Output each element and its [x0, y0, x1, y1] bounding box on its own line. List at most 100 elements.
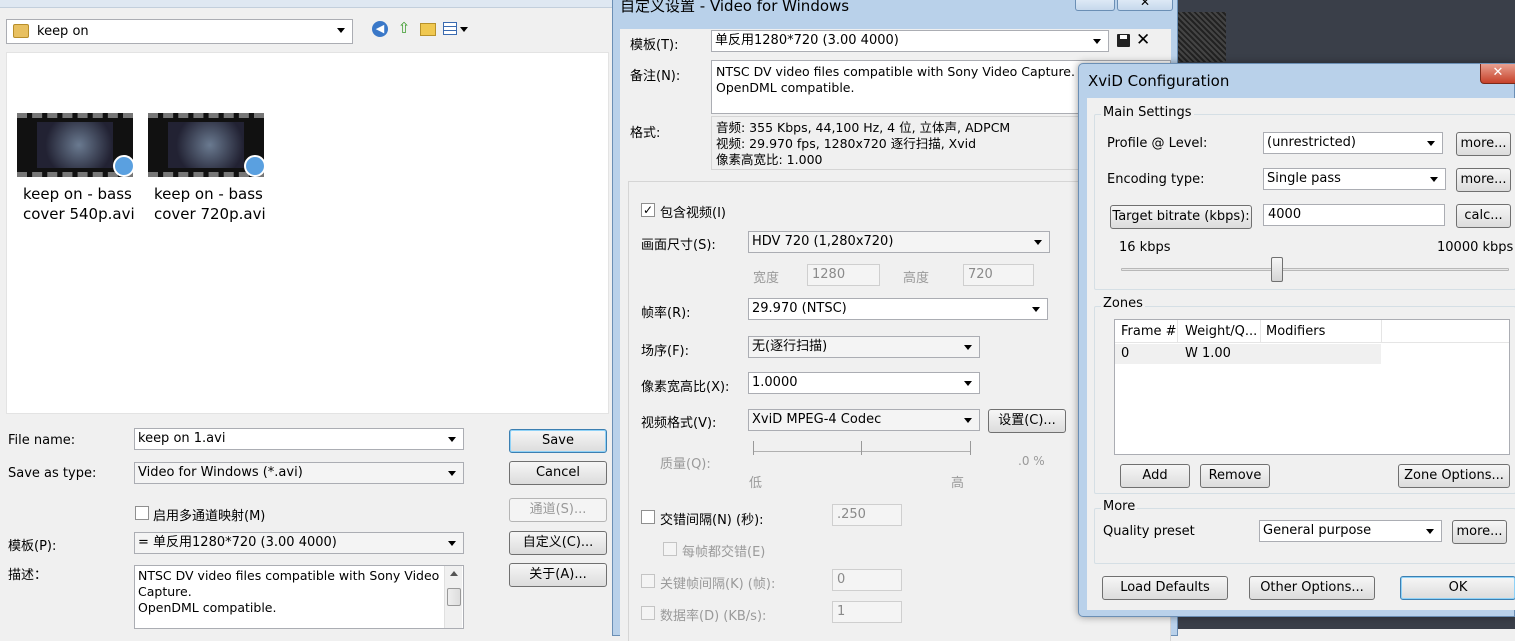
- load-defaults-button[interactable]: Load Defaults: [1102, 576, 1228, 600]
- quality-value: .0 %: [1018, 454, 1045, 468]
- interleave-input[interactable]: .250: [832, 504, 902, 526]
- file-name-label: File name:: [8, 433, 76, 448]
- encoding-type-label: Encoding type:: [1107, 172, 1205, 187]
- location-dropdown[interactable]: keep on: [6, 19, 353, 44]
- cancel-button[interactable]: Cancel: [509, 461, 607, 485]
- data-rate-checkbox[interactable]: [641, 606, 655, 620]
- table-row[interactable]: 0 W 1.00: [1115, 344, 1381, 364]
- customize-button[interactable]: 自定义(C)...: [509, 531, 607, 555]
- include-video-checkbox[interactable]: ✓: [641, 203, 655, 217]
- encoding-more-button[interactable]: more...: [1456, 168, 1511, 192]
- template-label: 模板(T):: [630, 38, 679, 53]
- bitrate-slider[interactable]: [1121, 256, 1509, 284]
- background-thumbnail: [1178, 12, 1226, 62]
- multichannel-checkbox[interactable]: [135, 506, 149, 520]
- file-item[interactable]: keep on - bass cover 540p.avi: [15, 113, 137, 225]
- scroll-up-icon[interactable]: [450, 571, 458, 576]
- field-order-label: 场序(F):: [641, 344, 690, 359]
- description-label: 描述：: [8, 568, 48, 583]
- file-save-dialog: keep on ◀ ⇧ keep on - bass cover 540p.av…: [0, 0, 612, 629]
- quality-preset-label: Quality preset: [1103, 524, 1195, 539]
- video-format-dropdown[interactable]: XviD MPEG-4 Codec: [748, 409, 980, 431]
- file-list[interactable]: keep on - bass cover 540p.avi keep on - …: [6, 52, 609, 414]
- save-button[interactable]: Save: [509, 429, 607, 453]
- close-button[interactable]: ✕: [1117, 0, 1173, 11]
- encoding-type-dropdown[interactable]: Single pass: [1263, 168, 1446, 190]
- notes-label: 备注(N):: [630, 69, 681, 84]
- zone-options-button[interactable]: Zone Options...: [1398, 464, 1510, 488]
- up-folder-icon[interactable]: ⇧: [396, 20, 412, 37]
- column-header[interactable]: Weight/Q...: [1185, 324, 1261, 339]
- close-button[interactable]: ✕: [1480, 64, 1515, 84]
- interleave-every-frame-checkbox[interactable]: [663, 542, 677, 556]
- save-as-type-label: Save as type:: [8, 466, 97, 481]
- xvid-body: Main Settings Profile @ Level: (unrestri…: [1087, 98, 1515, 610]
- view-menu-chevron-down-icon[interactable]: [460, 27, 468, 32]
- quality-slider[interactable]: [753, 441, 971, 463]
- template-dropdown[interactable]: = 单反用1280*720 (3.00 4000): [134, 532, 464, 554]
- column-header[interactable]: Frame #: [1121, 324, 1181, 339]
- frame-size-dropdown[interactable]: HDV 720 (1,280x720): [748, 231, 1050, 253]
- interleave-label: 交错间隔(N) (秒):: [660, 513, 764, 528]
- close-icon: ✕: [1139, 0, 1151, 9]
- interleave-checkbox[interactable]: [641, 510, 655, 524]
- frame-size-label: 画面尺寸(S):: [641, 238, 716, 253]
- video-format-label: 视频格式(V):: [641, 416, 717, 431]
- zones-table[interactable]: Frame # Weight/Q... Modifiers 0 W 1.00: [1114, 319, 1510, 455]
- window-title: 自定义设置 - Video for Windows: [620, 0, 850, 15]
- pixel-aspect-dropdown[interactable]: 1.0000: [748, 372, 980, 394]
- file-name-line2: cover 540p.avi: [23, 205, 135, 223]
- dialog-top-edge: [0, 0, 612, 8]
- delete-template-icon[interactable]: ✕: [1136, 29, 1150, 51]
- codec-setup-button[interactable]: 设置(C)...: [988, 409, 1066, 433]
- profile-label: Profile @ Level:: [1107, 136, 1208, 151]
- add-zone-button[interactable]: Add: [1120, 464, 1190, 488]
- file-name-line1: keep on - bass: [154, 185, 263, 203]
- frame-rate-dropdown[interactable]: 29.970 (NTSC): [748, 298, 1048, 320]
- media-overlay-icon: [244, 155, 266, 177]
- keyframe-input[interactable]: 0: [832, 569, 902, 591]
- field-order-dropdown[interactable]: 无(逐行扫描): [748, 336, 980, 358]
- calc-button[interactable]: calc...: [1456, 204, 1511, 228]
- data-rate-input[interactable]: 1: [832, 601, 902, 623]
- file-name-input[interactable]: keep on 1.avi: [134, 428, 464, 450]
- bitrate-slider-thumb[interactable]: [1271, 257, 1283, 282]
- channels-button[interactable]: 通道(S)...: [509, 498, 607, 522]
- about-button[interactable]: 关于(A)...: [509, 563, 607, 587]
- include-video-label: 包含视频(I): [660, 206, 726, 221]
- target-bitrate-input[interactable]: 4000: [1263, 204, 1445, 226]
- save-template-icon[interactable]: [1117, 34, 1130, 47]
- keyframe-label: 关键帧间隔(K) (帧):: [660, 577, 776, 592]
- target-bitrate-button[interactable]: Target bitrate (kbps):: [1110, 205, 1252, 229]
- height-input[interactable]: 720: [963, 264, 1034, 286]
- template-dropdown[interactable]: 单反用1280*720 (3.00 4000): [711, 30, 1109, 52]
- keyframe-checkbox[interactable]: [641, 574, 655, 588]
- remove-zone-button[interactable]: Remove: [1200, 464, 1270, 488]
- profile-more-button[interactable]: more...: [1456, 132, 1511, 156]
- back-icon[interactable]: ◀: [372, 21, 388, 37]
- description-scrollbar[interactable]: [444, 566, 462, 628]
- ok-button[interactable]: OK: [1400, 576, 1515, 600]
- bitrate-slider-track: [1121, 268, 1509, 271]
- close-icon: ✕: [1492, 65, 1504, 80]
- bitrate-min-label: 16 kbps: [1119, 240, 1171, 255]
- file-name-line1: keep on - bass: [23, 185, 132, 203]
- file-item[interactable]: keep on - bass cover 720p.avi: [146, 113, 268, 225]
- description-textbox[interactable]: NTSC DV video files compatible with Sony…: [134, 565, 464, 629]
- quality-low-label: 低: [749, 476, 763, 491]
- view-menu-icon[interactable]: [443, 22, 457, 35]
- zone-weight-cell: W 1.00: [1185, 346, 1231, 361]
- minimize-button[interactable]: [1075, 0, 1115, 11]
- width-input[interactable]: 1280: [807, 264, 880, 286]
- column-header[interactable]: Modifiers: [1266, 324, 1325, 339]
- save-as-type-dropdown[interactable]: Video for Windows (*.avi): [134, 462, 464, 484]
- profile-dropdown[interactable]: (unrestricted): [1263, 132, 1443, 154]
- new-folder-icon[interactable]: [420, 23, 436, 36]
- quality-preset-dropdown[interactable]: General purpose: [1259, 520, 1442, 542]
- scroll-thumb[interactable]: [447, 588, 461, 606]
- format-label: 格式:: [630, 126, 661, 141]
- other-options-button[interactable]: Other Options...: [1249, 576, 1375, 600]
- zones-label: Zones: [1101, 296, 1145, 311]
- quality-more-button[interactable]: more...: [1452, 520, 1507, 544]
- frame-rate-label: 帧率(R):: [641, 306, 691, 321]
